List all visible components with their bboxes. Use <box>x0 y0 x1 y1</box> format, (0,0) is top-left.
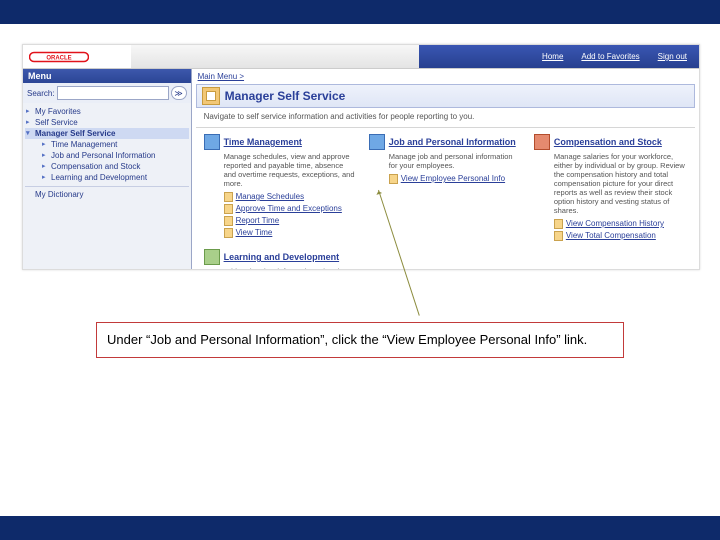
nav-item-my-dictionary[interactable]: My Dictionary <box>25 186 189 200</box>
search-label: Search: <box>27 89 55 98</box>
nav-item-learning-development[interactable]: Learning and Development <box>41 172 189 183</box>
header-links: Home Add to Favorites Sign out <box>419 45 699 68</box>
book-icon <box>204 249 220 265</box>
link-view-time[interactable]: View Time <box>224 227 357 239</box>
header-spacer <box>131 45 419 68</box>
app-header: ORACLE Home Add to Favorites Sign out <box>23 45 699 69</box>
left-nav: Menu Search: ≫ My Favorites Self Service… <box>23 69 192 269</box>
document-icon <box>554 231 563 241</box>
link-label: Report Time <box>236 215 280 227</box>
annotation-callout: Under “Job and Personal Information”, cl… <box>96 322 624 358</box>
slide-top-bar <box>0 0 720 24</box>
sign-out-link[interactable]: Sign out <box>658 52 687 61</box>
person-icon <box>369 134 385 150</box>
page-title-icon <box>202 87 220 105</box>
app-screenshot: ORACLE Home Add to Favorites Sign out Me… <box>22 44 700 270</box>
nav-sub-mss: Time Management Job and Personal Informa… <box>25 139 189 183</box>
link-view-comp-history[interactable]: View Compensation History <box>554 218 687 230</box>
money-icon <box>534 134 550 150</box>
link-manage-schedules[interactable]: Manage Schedules <box>224 191 357 203</box>
card-learning: Learning and Development Add and review … <box>204 249 357 269</box>
slide-bottom-bar <box>0 516 720 540</box>
card-desc-time: Manage schedules, view and approve repor… <box>204 150 357 191</box>
search-go-button[interactable]: ≫ <box>171 86 187 100</box>
page-title-bar: Manager Self Service <box>196 84 695 108</box>
link-label: Manage Schedules <box>236 191 305 203</box>
nav-search: Search: ≫ <box>23 83 191 103</box>
card-desc-learn: Add and review information related to le… <box>204 265 357 269</box>
nav-menu-header: Menu <box>23 69 191 83</box>
link-label: View Compensation History <box>566 218 664 230</box>
card-desc-job: Manage job and personal information for … <box>369 150 522 173</box>
folder-icon <box>224 228 233 238</box>
link-approve-time[interactable]: Approve Time and Exceptions <box>224 203 357 215</box>
link-label: View Total Compensation <box>566 230 656 242</box>
nav-item-time-management[interactable]: Time Management <box>41 139 189 150</box>
nav-item-self-service[interactable]: Self Service <box>25 117 189 128</box>
document-icon <box>389 174 398 184</box>
card-title-job[interactable]: Job and Personal Information <box>389 137 516 147</box>
card-title-comp[interactable]: Compensation and Stock <box>554 137 662 147</box>
nav-item-favorites[interactable]: My Favorites <box>25 106 189 117</box>
add-to-favorites-link[interactable]: Add to Favorites <box>581 52 639 61</box>
oracle-logo: ORACLE <box>23 45 131 68</box>
link-label: Approve Time and Exceptions <box>236 203 342 215</box>
folder-icon <box>224 204 233 214</box>
page-subtitle: Navigate to self service information and… <box>196 108 695 128</box>
breadcrumb[interactable]: Main Menu > <box>192 69 699 84</box>
main-content: Main Menu > Manager Self Service Navigat… <box>192 69 699 269</box>
link-label: View Employee Personal Info <box>401 173 505 185</box>
card-compensation: Compensation and Stock Manage salaries f… <box>534 134 687 242</box>
page-title: Manager Self Service <box>225 89 346 103</box>
home-link[interactable]: Home <box>542 52 563 61</box>
search-input[interactable] <box>57 86 169 100</box>
card-title-time[interactable]: Time Management <box>224 137 302 147</box>
folder-icon <box>224 192 233 202</box>
clock-icon <box>204 134 220 150</box>
folder-icon <box>224 216 233 226</box>
link-view-total-comp[interactable]: View Total Compensation <box>554 230 687 242</box>
oracle-logo-icon: ORACLE <box>29 51 89 63</box>
card-title-learn[interactable]: Learning and Development <box>224 252 340 262</box>
card-desc-comp: Manage salaries for your workforce, eith… <box>534 150 687 218</box>
nav-item-manager-self-service[interactable]: Manager Self Service <box>25 128 189 139</box>
card-time-management: Time Management Manage schedules, view a… <box>204 134 357 239</box>
document-icon <box>554 219 563 229</box>
card-job-personal: Job and Personal Information Manage job … <box>369 134 522 185</box>
nav-item-compensation-stock[interactable]: Compensation and Stock <box>41 161 189 172</box>
link-report-time[interactable]: Report Time <box>224 215 357 227</box>
svg-text:ORACLE: ORACLE <box>46 55 71 61</box>
link-view-employee-personal-info[interactable]: View Employee Personal Info <box>389 173 522 185</box>
link-label: View Time <box>236 227 273 239</box>
nav-item-job-personal-info[interactable]: Job and Personal Information <box>41 150 189 161</box>
cards-area: Time Management Manage schedules, view a… <box>196 128 695 269</box>
